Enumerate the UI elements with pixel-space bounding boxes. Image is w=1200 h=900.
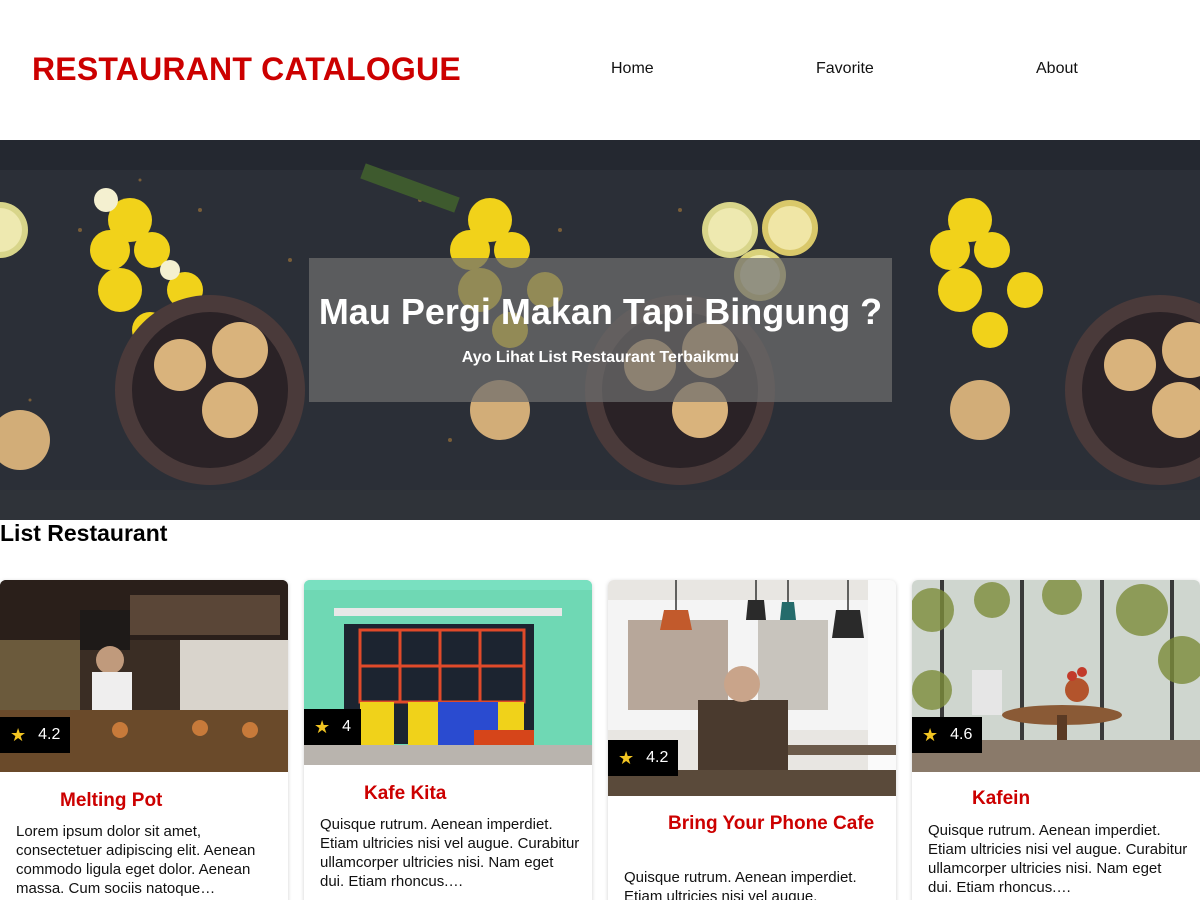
star-icon: ★ bbox=[618, 748, 635, 768]
nav-about-link[interactable]: About bbox=[1036, 60, 1078, 78]
restaurant-description: Quisque rutrum. Aenean imperdiet. Etiam … bbox=[624, 869, 857, 900]
rating-value: 4.2 bbox=[38, 726, 61, 743]
hero-image bbox=[840, 140, 1200, 520]
restaurant-name[interactable]: Kafein bbox=[928, 787, 1184, 810]
rating-value: 4 bbox=[342, 718, 352, 735]
hero-image bbox=[0, 140, 360, 520]
rating-value: 4.6 bbox=[950, 726, 973, 743]
restaurant-card[interactable]: ★ 4.2 Melting Pot Lorem ipsum dolor sit … bbox=[0, 580, 288, 900]
restaurant-description: Quisque rutrum. Aenean imperdiet. Etiam … bbox=[320, 816, 580, 890]
hero-subtitle: Ayo Lihat List Restaurant Terbaikmu bbox=[461, 349, 740, 366]
restaurant-description: Lorem ipsum dolor sit amet, consectetuer… bbox=[16, 823, 256, 897]
restaurant-card[interactable]: ★ 4 Kafe Kita Quisque rutrum. Aenean imp… bbox=[304, 580, 592, 900]
hero-caption-box: Mau Pergi Makan Tapi Bingung ? Ayo Lihat… bbox=[309, 258, 892, 402]
rating-badge: ★ 4.6 bbox=[912, 717, 983, 753]
rating-value: 4.2 bbox=[646, 749, 669, 766]
rating-badge: ★ 4.2 bbox=[608, 740, 679, 776]
star-icon: ★ bbox=[922, 725, 939, 745]
nav-home-link[interactable]: Home bbox=[611, 60, 654, 78]
restaurant-card[interactable]: ★ 4.2 Bring Your Phone Cafe Quisque rutr… bbox=[608, 580, 896, 900]
brand-title[interactable]: RESTAURANT CATALOGUE bbox=[32, 50, 461, 88]
nav-favorite-link[interactable]: Favorite bbox=[816, 60, 874, 78]
rating-badge: ★ 4 bbox=[304, 709, 362, 745]
restaurant-name[interactable]: Kafe Kita bbox=[320, 782, 576, 805]
restaurant-name[interactable]: Bring Your Phone Cafe bbox=[624, 812, 880, 835]
rating-badge: ★ 4.2 bbox=[0, 717, 71, 753]
hero-banner: Mau Pergi Makan Tapi Bingung ? Ayo Lihat… bbox=[0, 140, 1200, 520]
hero-title: Mau Pergi Makan Tapi Bingung ? bbox=[318, 291, 883, 332]
list-title: List Restaurant bbox=[0, 520, 168, 546]
star-icon: ★ bbox=[314, 717, 331, 737]
restaurant-description: Quisque rutrum. Aenean imperdiet. Etiam … bbox=[928, 822, 1188, 896]
restaurant-name[interactable]: Melting Pot bbox=[16, 789, 272, 812]
restaurant-card[interactable]: ★ 4.6 Kafein Quisque rutrum. Aenean impe… bbox=[912, 580, 1200, 900]
site-header: RESTAURANT CATALOGUE Home Favorite About bbox=[0, 0, 1200, 140]
star-icon: ★ bbox=[10, 725, 27, 745]
